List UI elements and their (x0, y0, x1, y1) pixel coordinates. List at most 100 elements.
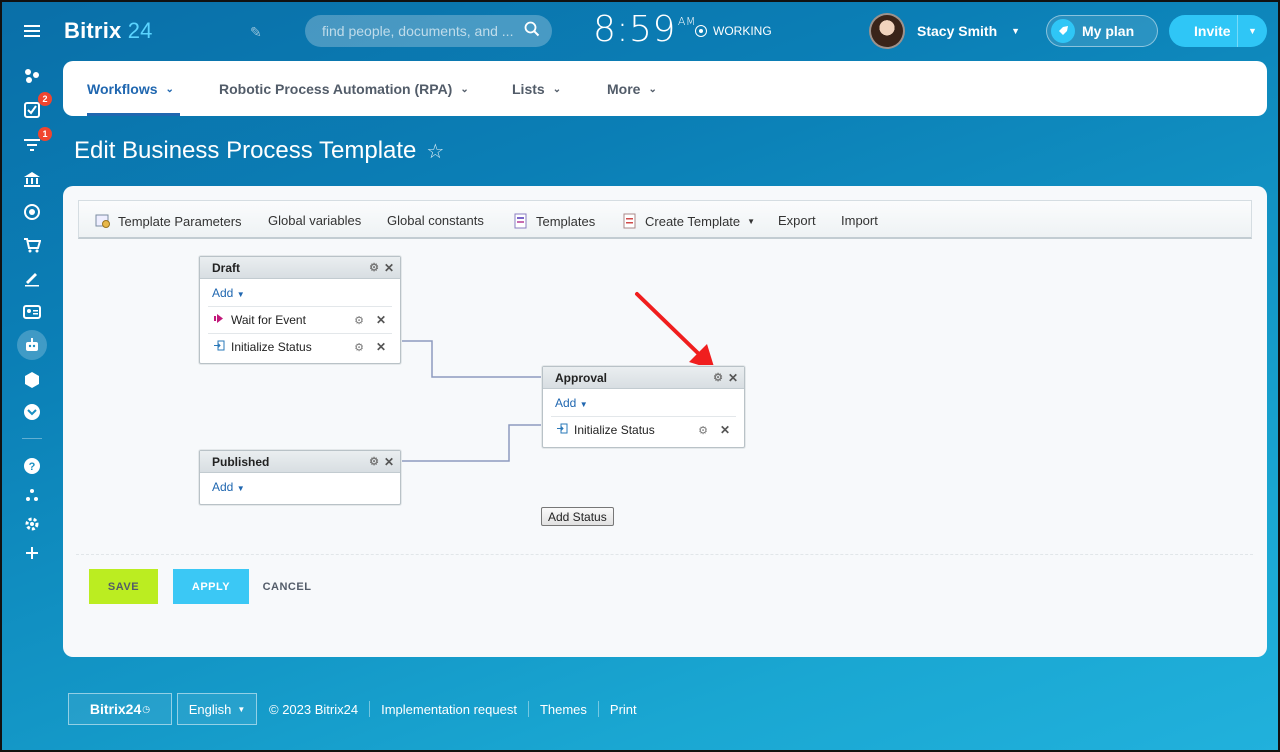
menu-hamburger-icon[interactable] (18, 17, 46, 45)
app-logo[interactable]: Bitrix 24 (64, 18, 153, 44)
star-icon[interactable]: ☆ (426, 139, 444, 164)
caret-down-icon: ▼ (237, 704, 246, 714)
implementation-request-link[interactable]: Implementation request (381, 702, 517, 717)
left-menu: 2 1 ? (0, 0, 64, 752)
cart-icon[interactable] (18, 231, 46, 259)
global-variables-button[interactable]: Global variables (268, 213, 361, 228)
work-status[interactable]: WORKING (695, 24, 772, 38)
toolbar-label: Global variables (268, 213, 362, 228)
add-activity-link[interactable]: Add ▼ (200, 473, 400, 500)
signature-icon[interactable] (18, 264, 46, 292)
state-title: Draft (212, 260, 241, 275)
left-menu-divider (22, 438, 42, 439)
contact-card-icon[interactable] (18, 298, 46, 326)
close-icon[interactable]: ✕ (720, 423, 730, 437)
tab-rpa[interactable]: Robotic Process Automation (RPA) ⌄ (219, 81, 469, 97)
form-divider (76, 554, 1253, 555)
close-icon[interactable]: ✕ (376, 313, 386, 327)
close-icon[interactable]: ✕ (376, 340, 386, 354)
gear-icon[interactable]: ⚙ (369, 261, 379, 274)
themes-link[interactable]: Themes (540, 702, 587, 717)
tab-label: Robotic Process Automation (RPA) (219, 81, 453, 97)
avatar[interactable] (869, 13, 905, 49)
tab-lists[interactable]: Lists ⌄ (512, 81, 561, 97)
export-button[interactable]: Export (778, 213, 816, 228)
create-template-button[interactable]: Create Template ▼ (622, 213, 755, 229)
my-plan-button[interactable]: My plan (1046, 15, 1158, 47)
search-input[interactable] (322, 23, 517, 39)
state-draft[interactable]: Draft ⚙ ✕ Add ▼ Wait for Event ⚙ ✕ Initia… (199, 256, 401, 364)
close-icon[interactable]: ✕ (384, 455, 394, 469)
state-published[interactable]: Published ⚙ ✕ Add ▼ (199, 450, 401, 505)
activity-initialize-status[interactable]: Initialize Status ⚙ ✕ (208, 333, 392, 360)
clock-time: 8:59 (593, 9, 676, 50)
add-label: Add (212, 286, 234, 300)
add-activity-link[interactable]: Add ▼ (200, 279, 400, 306)
invite-button[interactable]: Invite ▼ (1169, 15, 1267, 47)
gear-icon[interactable]: ⚙ (713, 371, 723, 384)
save-button[interactable]: SAVE (89, 569, 158, 604)
close-icon[interactable]: ✕ (728, 371, 738, 385)
tab-label: Lists (512, 81, 545, 97)
chevron-down-icon: ⌄ (460, 83, 469, 95)
gear-icon[interactable]: ⚙ (698, 424, 708, 437)
toolbar-label: Global constants (387, 213, 484, 228)
help-icon[interactable]: ? (18, 452, 46, 480)
add-label: Add (555, 396, 577, 410)
user-name: Stacy Smith (917, 23, 998, 39)
toolbar-label: Templates (536, 213, 596, 229)
apply-button[interactable]: APPLY (173, 569, 249, 604)
app-logo-number: 24 (127, 18, 153, 43)
automation-robot-icon[interactable] (17, 330, 47, 360)
invite-dropdown-icon[interactable]: ▼ (1237, 15, 1267, 47)
print-link[interactable]: Print (610, 702, 637, 717)
feed-circles-icon[interactable] (18, 62, 46, 90)
cancel-button[interactable]: CANCEL (263, 569, 311, 604)
tab-label: More (607, 81, 641, 97)
search-bar[interactable] (305, 15, 552, 47)
footer-separator (527, 701, 529, 717)
clock[interactable]: 8:59 AM (593, 9, 696, 50)
activity-label: Initialize Status (574, 423, 655, 437)
user-menu[interactable]: Stacy Smith ▼ (869, 13, 1020, 49)
footer-logo[interactable]: Bitrix24 ◷ (68, 693, 172, 725)
search-icon[interactable] (524, 21, 540, 42)
import-button[interactable]: Import (841, 213, 878, 228)
activity-wait-for-event[interactable]: Wait for Event ⚙ ✕ (208, 306, 392, 333)
tab-more[interactable]: More ⌄ (607, 81, 657, 97)
box-icon[interactable] (18, 366, 46, 394)
chevron-down-icon: ⌄ (552, 83, 562, 95)
gear-icon[interactable]: ⚙ (369, 455, 379, 468)
language-selector[interactable]: English ▼ (177, 693, 257, 725)
state-header: Draft ⚙ ✕ (200, 257, 400, 279)
pencil-icon[interactable]: ✎ (250, 24, 262, 41)
settings-gear-icon[interactable] (18, 510, 46, 538)
page-title-text: Edit Business Process Template (74, 137, 417, 164)
gear-icon[interactable]: ⚙ (354, 341, 364, 354)
caret-down-icon: ▼ (747, 216, 756, 226)
close-icon[interactable]: ✕ (384, 261, 394, 275)
caret-down-icon: ▼ (236, 290, 245, 299)
tab-workflows[interactable]: Workflows ⌄ (87, 81, 174, 97)
structure-icon[interactable] (18, 481, 46, 509)
my-plan-label: My plan (1082, 23, 1135, 39)
footer-separator (597, 701, 599, 717)
target-icon[interactable] (18, 198, 46, 226)
add-activity-link[interactable]: Add ▼ (543, 389, 744, 416)
state-approval[interactable]: Approval ⚙ ✕ Add ▼ Initialize Status ⚙ ✕ (542, 366, 745, 448)
filter-icon[interactable]: 1 (18, 127, 52, 159)
gear-icon[interactable]: ⚙ (354, 314, 364, 327)
more-down-icon[interactable] (18, 398, 46, 426)
activity-label: Initialize Status (231, 340, 312, 354)
add-status-button[interactable]: Add Status (541, 507, 614, 526)
template-parameters-button[interactable]: Template Parameters (95, 213, 242, 229)
add-plus-icon[interactable] (18, 539, 46, 567)
activity-label: Wait for Event (231, 313, 306, 327)
bank-icon[interactable] (18, 165, 46, 193)
footer: Bitrix24 ◷ English ▼ © 2023 Bitrix24 Impl… (68, 693, 637, 725)
tasks-checkbox-icon[interactable]: 2 (18, 92, 52, 124)
templates-button[interactable]: Templates (513, 213, 595, 229)
global-constants-button[interactable]: Global constants (387, 213, 484, 228)
top-navigation: Workflows ⌄ Robotic Process Automation (R… (63, 61, 1267, 116)
activity-initialize-status[interactable]: Initialize Status ⚙ ✕ (551, 416, 736, 443)
